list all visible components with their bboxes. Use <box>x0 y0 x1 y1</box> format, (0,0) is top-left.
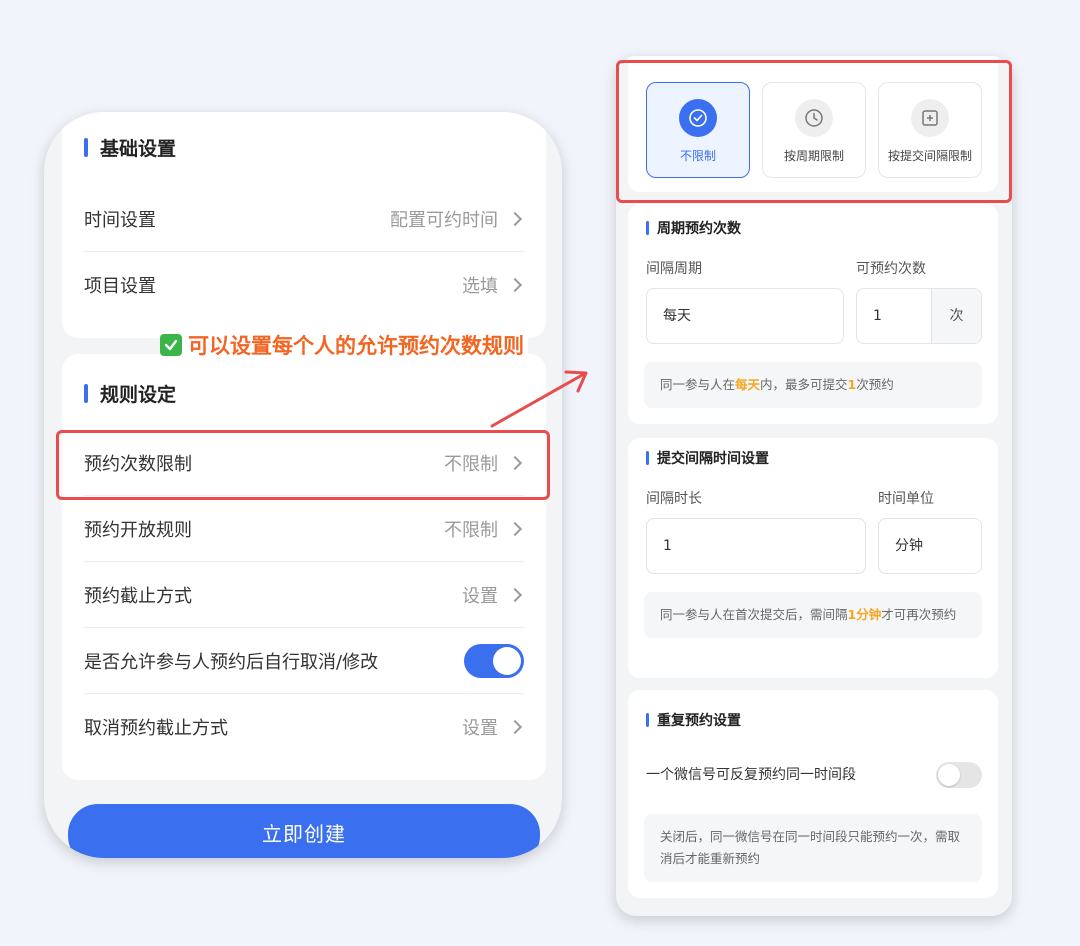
time-unit-label: 时间单位 <box>878 491 934 507</box>
chevron-right-icon <box>507 521 523 536</box>
toggle-knob <box>938 764 960 786</box>
rules-heading: 规则设定 <box>84 380 176 407</box>
section-bar <box>84 384 88 403</box>
chevron-right-icon <box>507 587 523 602</box>
row-value: 选填 <box>462 272 524 298</box>
booking-open-rule-row[interactable]: 预约开放规则 不限制 <box>84 496 524 562</box>
repeat-booking-card: 重复预约设置 一个微信号可反复预约同一时间段 关闭后，同一微信号在同一时间段只能… <box>628 690 998 898</box>
interval-duration-input[interactable]: 1 <box>646 518 866 574</box>
interval-heading: 提交间隔时间设置 <box>646 448 769 468</box>
highlight-box-right <box>616 60 1012 203</box>
annotation-label: 可以设置每个人的允许预约次数规则 <box>160 328 528 362</box>
toggle-knob <box>493 646 521 675</box>
booking-count-input[interactable]: 1 次 <box>856 288 982 344</box>
repeat-heading: 重复预约设置 <box>646 710 741 730</box>
interval-period-label: 间隔周期 <box>646 261 702 277</box>
section-bar <box>84 138 88 157</box>
row-value: 不限制 <box>444 516 524 542</box>
section-bar <box>646 713 649 727</box>
row-label: 项目设置 <box>84 276 156 297</box>
repeat-booking-toggle[interactable] <box>936 762 982 788</box>
highlight-box-left <box>56 430 550 500</box>
basic-settings-heading: 基础设置 <box>84 134 176 161</box>
chevron-right-icon <box>507 719 523 735</box>
period-count-card: 周期预约次数 间隔周期 可预约次数 每天 1 次 同一参与人在每天内，最多可提交… <box>628 204 998 424</box>
chevron-right-icon <box>507 277 523 293</box>
allow-cancel-toggle[interactable] <box>464 643 524 678</box>
interval-title: 提交间隔时间设置 <box>657 451 769 467</box>
basic-settings-card: 基础设置 时间设置 配置可约时间 项目设置 选填 <box>62 112 546 338</box>
row-label: 时间设置 <box>84 209 156 231</box>
time-unit-select[interactable]: 分钟 <box>878 518 982 574</box>
row-value: 设置 <box>462 582 524 608</box>
allow-cancel-row: 是否允许参与人预约后自行取消/修改 <box>84 628 524 694</box>
row-label: 预约截止方式 <box>84 585 192 607</box>
count-unit: 次 <box>931 289 981 343</box>
rules-title: 规则设定 <box>100 384 177 406</box>
booking-count-label: 可预约次数 <box>856 261 926 277</box>
count-value: 1 <box>873 308 882 324</box>
repeat-title: 重复预约设置 <box>657 713 741 729</box>
row-label: 是否允许参与人预约后自行取消/修改 <box>84 651 379 673</box>
interval-period-select[interactable]: 每天 <box>646 288 844 344</box>
project-settings-row[interactable]: 项目设置 选填 <box>84 252 524 318</box>
period-title: 周期预约次数 <box>657 221 741 237</box>
repeat-toggle-label: 一个微信号可反复预约同一时间段 <box>646 767 856 783</box>
create-now-button[interactable]: 立即创建 <box>68 804 540 858</box>
basic-settings-title: 基础设置 <box>100 138 177 160</box>
interval-duration-label: 间隔时长 <box>646 491 702 507</box>
section-bar <box>646 221 649 235</box>
chevron-right-icon <box>507 211 523 226</box>
check-mark-icon <box>160 334 182 356</box>
row-label: 取消预约截止方式 <box>84 718 228 739</box>
row-value: 配置可约时间 <box>390 206 524 232</box>
cancel-deadline-row[interactable]: 取消预约截止方式 设置 <box>84 694 524 760</box>
booking-deadline-row[interactable]: 预约截止方式 设置 <box>84 562 524 628</box>
interval-note: 同一参与人在首次提交后，需间隔1分钟才可再次预约 <box>644 592 982 638</box>
repeat-note: 关闭后，同一微信号在同一时间段只能预约一次，需取消后才能重新预约 <box>644 814 982 882</box>
rules-card: 规则设定 预约次数限制 不限制 预约开放规则 不限制 预约截止方式 设置 是否允… <box>62 354 546 780</box>
period-note: 同一参与人在每天内，最多可提交1次预约 <box>644 362 982 408</box>
interval-card: 提交间隔时间设置 间隔时长 时间单位 1 分钟 同一参与人在首次提交后，需间隔1… <box>628 438 998 678</box>
time-settings-row[interactable]: 时间设置 配置可约时间 <box>84 186 524 252</box>
row-label: 预约开放规则 <box>84 519 192 541</box>
annotation-text: 可以设置每个人的允许预约次数规则 <box>188 334 524 358</box>
row-value: 设置 <box>462 714 524 740</box>
annotation-arrow <box>490 370 588 428</box>
period-heading: 周期预约次数 <box>646 218 741 238</box>
section-bar <box>646 451 649 465</box>
